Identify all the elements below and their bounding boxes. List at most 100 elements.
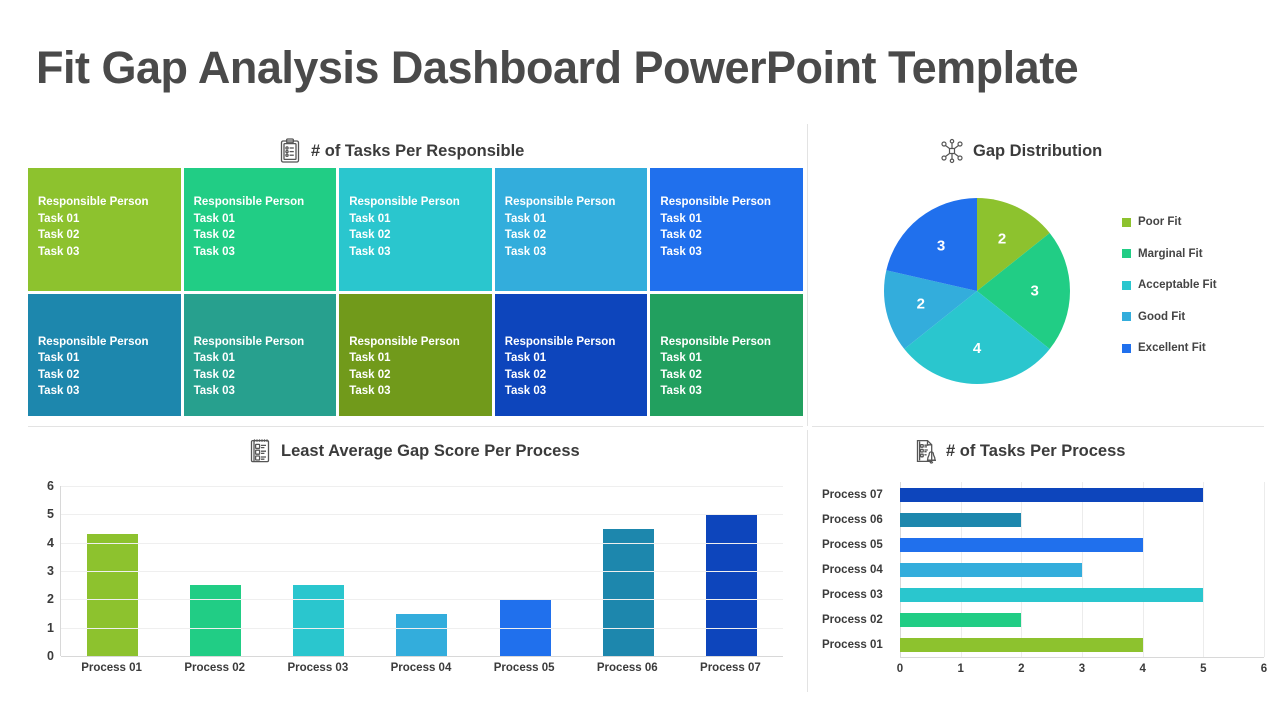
- hbar-x-tick-label: 6: [1260, 663, 1268, 675]
- vbar-x-tick-label: Process 01: [81, 662, 142, 674]
- responsible-cell[interactable]: Responsible Person Task 01 Task 02 Task 03: [28, 293, 181, 416]
- hbar-category-label: Process 04: [822, 563, 883, 576]
- hbar-category-label: Process 05: [822, 538, 883, 551]
- hbar-bar[interactable]: [900, 512, 1022, 527]
- responsible-cell[interactable]: Responsible Person Task 01 Task 02 Task 03: [28, 168, 181, 291]
- vbar-gridline: [61, 656, 783, 657]
- legend-swatch: [1122, 249, 1131, 258]
- legend-item[interactable]: Acceptable Fit: [1122, 279, 1217, 291]
- panel-title: # of Tasks Per Responsible: [311, 141, 525, 160]
- responsible-cell[interactable]: Responsible Person Task 01 Task 02 Task 03: [183, 293, 337, 416]
- document-bell-icon: [913, 438, 937, 464]
- vbar-bar[interactable]: [705, 514, 757, 656]
- hbar-row: Process 02: [822, 607, 1264, 632]
- hbar-bar[interactable]: [900, 587, 1204, 602]
- least-average-gap-bar-chart: 6543210 Process 01 Process 02 Process 03 Pr…: [28, 478, 788, 690]
- network-hub-icon: [940, 138, 964, 164]
- legend-label: Acceptable Fit: [1138, 279, 1217, 291]
- responsible-name: Responsible Person: [349, 196, 460, 208]
- hbar-bar[interactable]: [900, 637, 1143, 652]
- panel-header-tasks-per-process: # of Tasks Per Process: [913, 438, 1125, 464]
- responsible-task: Task 02: [504, 368, 547, 381]
- legend-label: Excellent Fit: [1138, 342, 1206, 354]
- responsible-task: Task 03: [349, 385, 391, 397]
- responsible-cell[interactable]: Responsible Person Task 01 Task 02 Task 03: [183, 168, 337, 291]
- vbar-gridline: [61, 486, 783, 487]
- vbar-gridline: [61, 627, 783, 629]
- hbar-track: [900, 482, 1264, 507]
- vbar-bar[interactable]: [293, 585, 345, 656]
- hbar-track: [900, 632, 1264, 657]
- responsible-task: Task 01: [349, 212, 391, 225]
- responsible-cell[interactable]: Responsible Person Task 01 Task 02 Task 03: [650, 293, 803, 416]
- hbar-row: Process 07: [822, 482, 1264, 507]
- panel-header-tasks-per-responsible: # of Tasks Per Responsible: [278, 138, 524, 164]
- vbar-bar[interactable]: [396, 613, 448, 656]
- hbar-x-tick-label: 1: [957, 663, 964, 675]
- vbar-gridline: [61, 514, 783, 516]
- panel-header-least-average-gap: Least Average Gap Score Per Process: [248, 438, 580, 464]
- responsible-task: Task 01: [193, 212, 235, 225]
- responsible-task: Task 02: [38, 368, 80, 381]
- clipboard-checklist-icon: [278, 138, 302, 164]
- hbar-bar[interactable]: [900, 537, 1143, 552]
- vbar-y-tick-label: 6: [47, 479, 54, 493]
- hbar-x-axis: 0 1 2 3 4 5 6: [897, 663, 1268, 681]
- hbar-bar[interactable]: [900, 487, 1204, 502]
- legend-label: Good Fit: [1138, 310, 1186, 323]
- panel-header-gap-distribution: Gap Distribution: [940, 138, 1102, 164]
- vbar-gridline: [61, 599, 783, 601]
- responsible-task: Task 02: [660, 368, 702, 381]
- legend-item[interactable]: Good Fit: [1122, 311, 1217, 323]
- page-title: Fit Gap Analysis Dashboard PowerPoint Te…: [36, 42, 1079, 93]
- panel-title: # of Tasks Per Process: [946, 441, 1126, 460]
- panel-divider-vertical-top: [807, 124, 808, 426]
- legend-swatch: [1122, 343, 1131, 353]
- responsible-task: Task 01: [660, 212, 702, 225]
- responsible-cell[interactable]: Responsible Person Task 01 Task 02 Task 03: [339, 293, 492, 416]
- responsible-cell[interactable]: Responsible Person Task 01 Task 02 Task 03: [650, 168, 803, 291]
- responsible-name: Responsible Person: [349, 335, 460, 348]
- hbar-category-label: Process 03: [822, 588, 883, 601]
- hbar-bar[interactable]: [900, 612, 1022, 627]
- vbar-bar[interactable]: [190, 585, 242, 656]
- legend-item[interactable]: Marginal Fit: [1122, 248, 1217, 260]
- responsible-task: Task 02: [193, 229, 235, 241]
- responsible-task: Task 01: [193, 352, 235, 364]
- legend-label: Marginal Fit: [1138, 247, 1203, 260]
- responsible-task: Task 01: [504, 352, 547, 364]
- responsible-task: Task 03: [193, 385, 235, 397]
- hbar-track: [900, 532, 1264, 557]
- responsible-task: Task 03: [38, 385, 80, 397]
- responsible-task: Task 01: [38, 352, 80, 364]
- responsible-name: Responsible Person: [193, 196, 305, 208]
- legend-item[interactable]: Poor Fit: [1122, 216, 1217, 228]
- legend-item[interactable]: Excellent Fit: [1122, 342, 1217, 354]
- vbar-plot-area: [60, 486, 783, 657]
- hbar-x-tick-label: 5: [1200, 663, 1207, 675]
- responsible-task: Task 03: [38, 245, 80, 258]
- pie-legend: Poor Fit Marginal Fit Acceptable Fit Good F…: [1122, 216, 1217, 354]
- responsible-task: Task 03: [504, 385, 547, 397]
- responsible-name: Responsible Person: [504, 196, 616, 208]
- vbar-x-tick-label: Process 02: [184, 662, 246, 674]
- responsible-task: Task 02: [504, 229, 547, 241]
- vbar-bar[interactable]: [87, 534, 139, 656]
- hbar-category-label: Process 01: [822, 638, 883, 651]
- hbar-baseline: [900, 657, 1264, 658]
- responsible-cell[interactable]: Responsible Person Task 01 Task 02 Task 03: [339, 168, 492, 291]
- responsible-cell[interactable]: Responsible Person Task 01 Task 02 Task 03: [494, 293, 648, 416]
- responsible-cell[interactable]: Responsible Person Task 01 Task 02 Task 03: [494, 168, 648, 291]
- vbar-y-tick-label: 3: [47, 564, 54, 578]
- hbar-x-tick-label: 2: [1018, 663, 1025, 675]
- vbar-x-tick-label: Process 07: [700, 662, 761, 674]
- hbar-track: [900, 582, 1264, 607]
- vbar-y-tick-label: 1: [47, 620, 54, 635]
- responsible-task: Task 01: [660, 352, 702, 364]
- pie-slice-value: 2: [998, 231, 1006, 248]
- hbar-track: [900, 507, 1264, 532]
- hbar-category-label: Process 02: [822, 613, 883, 626]
- hbar-bar[interactable]: [900, 562, 1082, 577]
- responsible-task: Task 01: [504, 212, 547, 225]
- vbar-bar[interactable]: [602, 528, 654, 656]
